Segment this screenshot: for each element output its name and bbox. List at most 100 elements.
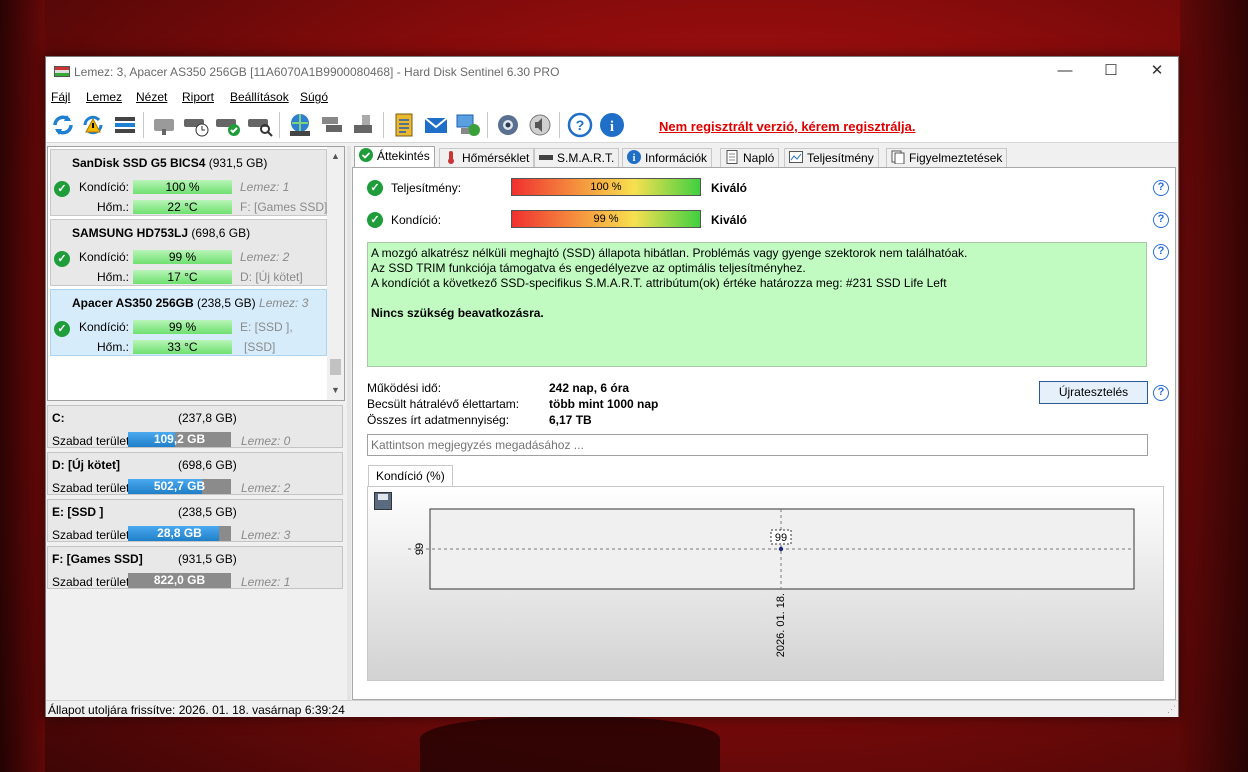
disk-card[interactable]: SanDisk SSD G5 BICS4 (931,5 GB) ✓ Kondíc…	[50, 149, 327, 216]
temperature-bar: 17 °C	[133, 270, 232, 284]
condition-label: Kondíció:	[391, 213, 442, 227]
disks-icon[interactable]	[318, 111, 346, 139]
free-space-label: Szabad terület	[52, 481, 130, 495]
toolbar-separator	[559, 112, 560, 138]
free-space-value: 822,0 GB	[153, 573, 206, 587]
panel-splitter[interactable]	[347, 146, 351, 700]
remote-icon[interactable]	[454, 111, 482, 139]
condition-bar: 100 %	[133, 180, 232, 194]
svg-text:?: ?	[576, 117, 585, 133]
menu-view[interactable]: Nézet	[136, 90, 167, 104]
retest-button[interactable]: Újratesztelés	[1039, 381, 1148, 404]
condition-label: Kondíció:	[78, 320, 129, 334]
uptime-value: 242 nap, 6 óra	[549, 381, 630, 395]
toolbar-separator	[487, 112, 488, 138]
disk-test-icon[interactable]	[150, 111, 178, 139]
performance-chart-icon	[789, 151, 803, 163]
disk-volume: [SSD]	[244, 340, 276, 354]
tab-smart[interactable]: S.M.A.R.T.	[534, 148, 620, 168]
condition-rating: Kiváló	[711, 213, 748, 227]
tab-label: Információk	[645, 151, 708, 165]
free-space-label: Szabad terület	[52, 528, 130, 542]
volume-card[interactable]: E: [SSD ] (238,5 GB) Szabad terület 28,8…	[47, 499, 343, 542]
report-icon[interactable]	[390, 111, 418, 139]
status-conclusion: Nincs szükség beavatkozásra.	[371, 306, 544, 320]
y-tick-label: 99	[414, 543, 426, 555]
disk-export-icon[interactable]	[350, 111, 378, 139]
data-point	[778, 546, 784, 552]
free-space-bar: 502,7 GB	[128, 479, 231, 494]
temperature-label: Hőm.:	[96, 200, 129, 214]
register-link[interactable]: Nem regisztrált verzió, kérem regisztrál…	[659, 119, 916, 134]
disk-card-selected[interactable]: Apacer AS350 256GB (238,5 GB) Lemez: 3 ✓…	[50, 289, 327, 356]
volume-disk-number: Lemez: 0	[241, 434, 291, 448]
app-icon	[54, 66, 70, 77]
tab-label: S.M.A.R.T.	[557, 151, 615, 165]
disk-info-icon[interactable]	[111, 111, 139, 139]
title-bar: Lemez: 3, Apacer AS350 256GB [11A6070A1B…	[46, 57, 1178, 87]
help-icon[interactable]: ?	[1153, 244, 1169, 260]
condition-chart: 99 99 2026. 01. 18.	[408, 508, 1135, 657]
volume-card[interactable]: D: [Új kötet] (698,6 GB) Szabad terület …	[47, 452, 343, 495]
menu-report[interactable]: Riport	[182, 90, 214, 104]
condition-label: Kondíció:	[78, 250, 129, 264]
help-icon[interactable]: ?	[1153, 180, 1169, 196]
help-icon[interactable]: ?	[1153, 212, 1169, 228]
disk-card[interactable]: SAMSUNG HD753LJ (698,6 GB) ✓ Kondíció: 9…	[50, 219, 327, 286]
close-button[interactable]: ✕	[1134, 57, 1180, 87]
resize-grip-icon[interactable]: ⋰	[1167, 704, 1176, 715]
data-label: 99	[775, 532, 787, 544]
volume-name: D: [Új kötet]	[52, 458, 120, 472]
sound-icon[interactable]	[526, 111, 554, 139]
email-icon[interactable]	[422, 111, 450, 139]
tab-temperature[interactable]: Hőmérséklet	[439, 148, 535, 168]
free-space-label: Szabad terület	[52, 434, 130, 448]
menu-disk[interactable]: Lemez	[86, 90, 122, 104]
tab-log[interactable]: Napló	[720, 148, 780, 168]
tab-performance[interactable]: Teljesítmény	[784, 148, 879, 168]
settings-icon[interactable]	[494, 111, 522, 139]
volume-card[interactable]: F: [Games SSD] (931,5 GB) Szabad terület…	[47, 546, 343, 589]
tab-label: Hőmérséklet	[462, 151, 530, 165]
performance-bar: 100 %	[511, 178, 701, 196]
tab-information[interactable]: i Információk	[622, 148, 713, 168]
refresh-icon[interactable]	[49, 111, 77, 139]
help-icon[interactable]: ?	[1153, 385, 1169, 401]
info-icon[interactable]: i	[598, 111, 626, 139]
tab-label: Áttekintés	[377, 149, 430, 163]
menu-settings[interactable]: Beállítások	[230, 90, 289, 104]
network-icon[interactable]	[286, 111, 314, 139]
scroll-down-icon[interactable]: ▼	[331, 385, 340, 395]
volume-size: (237,8 GB)	[178, 411, 237, 425]
volume-disk-number: Lemez: 1	[241, 575, 291, 589]
disk-volume: E: [SSD ],	[240, 320, 293, 334]
disk-size: (931,5 GB)	[208, 156, 268, 170]
overview-panel: ✓ Teljesítmény: 100 % Kiváló ? ✓ Kondíci…	[352, 167, 1176, 700]
chart-tab-condition[interactable]: Kondíció (%)	[368, 465, 453, 487]
volume-card[interactable]: C: (237,8 GB) Szabad terület 109,2 GB Le…	[47, 405, 343, 448]
condition-bar: 99 %	[133, 320, 232, 334]
disk-number: Lemez: 1	[240, 180, 290, 194]
disk-schedule-icon[interactable]	[182, 111, 210, 139]
tab-alerts[interactable]: Figyelmeztetések	[886, 148, 1008, 168]
disk-name: SanDisk SSD G5 BICS4 (931,5 GB)	[72, 156, 268, 170]
disk-volume: D: [Új kötet]	[240, 270, 303, 284]
warning-refresh-icon[interactable]	[79, 111, 107, 139]
status-bar: Állapot utoljára frissítve: 2026. 01. 18…	[46, 700, 1178, 717]
minimize-button[interactable]: —	[1042, 57, 1088, 87]
disk-number: Lemez: 2	[240, 250, 290, 264]
scroll-up-icon[interactable]: ▲	[331, 151, 340, 161]
menu-file[interactable]: Fájl	[51, 90, 70, 104]
disk-size: (238,5 GB)	[196, 296, 256, 310]
scroll-thumb[interactable]	[330, 359, 341, 375]
volume-size: (931,5 GB)	[178, 552, 237, 566]
disk-ok-icon[interactable]	[214, 111, 242, 139]
maximize-button[interactable]: ☐	[1088, 57, 1134, 87]
note-input[interactable]	[367, 434, 1148, 456]
disk-search-icon[interactable]	[246, 111, 274, 139]
performance-rating: Kiváló	[711, 181, 748, 195]
help-icon[interactable]: ?	[566, 111, 594, 139]
tab-overview[interactable]: Áttekintés	[354, 146, 435, 169]
menu-help[interactable]: Súgó	[300, 90, 328, 104]
disk-list-scrollbar[interactable]: ▲ ▼	[327, 147, 344, 400]
